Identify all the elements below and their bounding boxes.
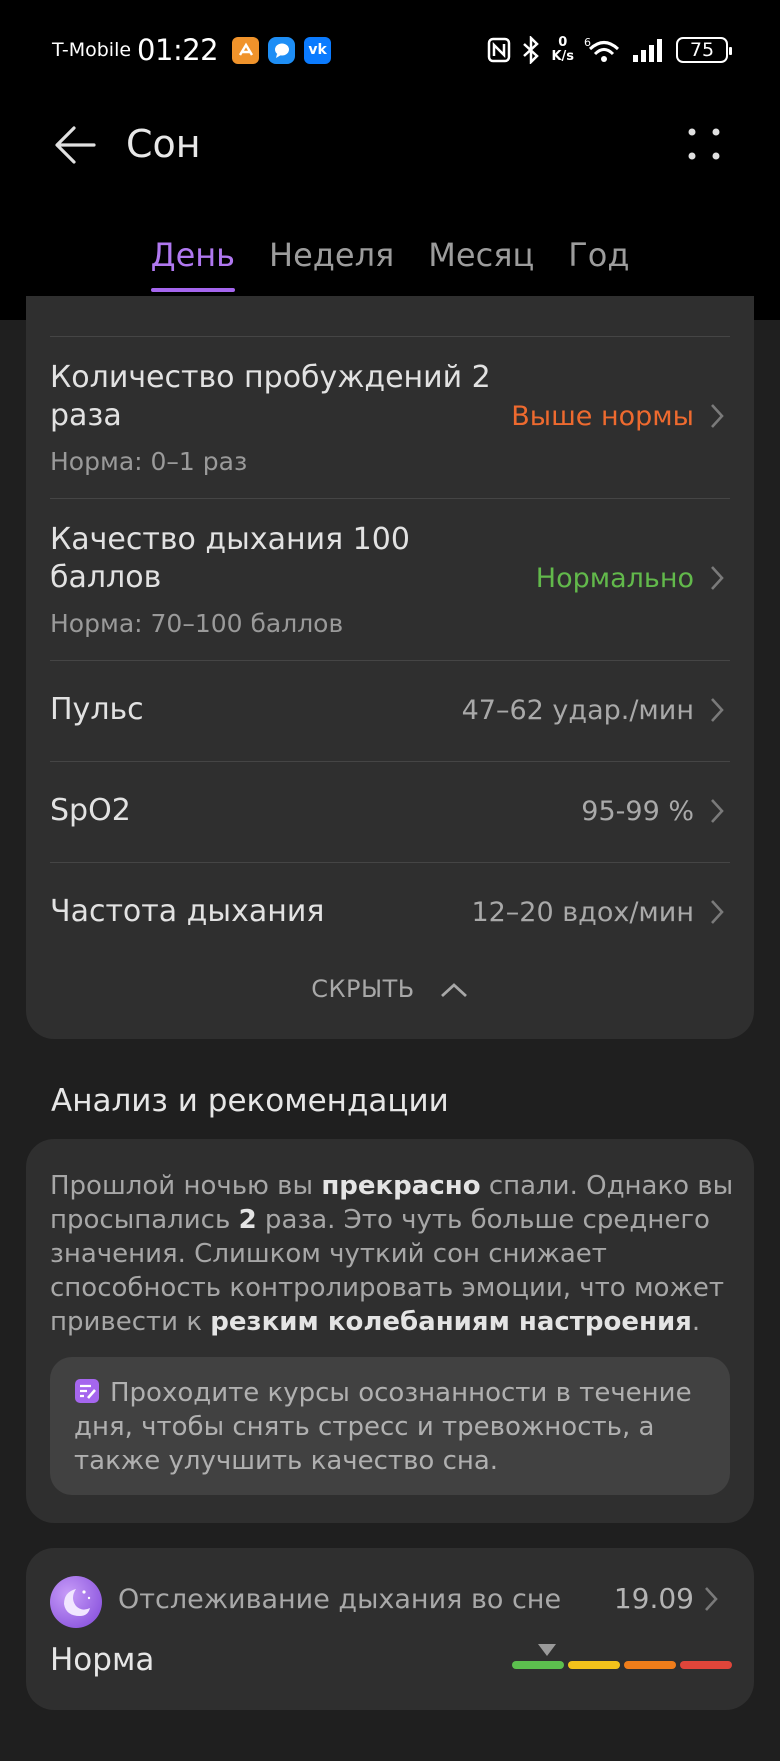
- nfc-icon: [488, 37, 511, 63]
- status-bar: T-Mobile 01:22 vk 0 K/s 6 75: [0, 0, 780, 100]
- status-scale: [512, 1661, 732, 1669]
- sleep-metrics-card: Количество пробуждений 2 раза Норма: 0–1…: [26, 296, 754, 1039]
- chevron-right-icon: [711, 698, 724, 722]
- metric-title: SpO2: [50, 793, 131, 828]
- metric-value: 12–20 вдох/мин: [471, 897, 694, 928]
- metric-title: Количество пробуждений 2: [50, 360, 491, 395]
- metric-title: Качество дыхания 100: [50, 522, 410, 557]
- period-tabs: День Неделя Месяц Год: [0, 236, 780, 292]
- tracking-label: Отслеживание дыхания во сне: [118, 1584, 562, 1615]
- metric-title-continued: раза: [50, 398, 122, 433]
- tab-month[interactable]: Месяц: [428, 236, 534, 290]
- scale-segment-mild: [568, 1661, 620, 1669]
- metric-value: 95-99 %: [581, 796, 694, 827]
- wifi-icon: 6: [584, 36, 620, 62]
- tab-week[interactable]: Неделя: [269, 236, 394, 290]
- signal-icon: [633, 39, 662, 62]
- tip-text: Проходите курсы осознанности в течение д…: [74, 1378, 692, 1476]
- scale-segment-normal: [512, 1661, 564, 1669]
- tab-year[interactable]: Год: [568, 236, 629, 290]
- metric-row-awakenings[interactable]: Количество пробуждений 2 раза Норма: 0–1…: [50, 336, 730, 496]
- sleep-breathing-icon: [50, 1576, 102, 1628]
- metric-title: Частота дыхания: [50, 894, 325, 929]
- carrier-label: T-Mobile: [52, 39, 132, 61]
- notification-app-icon: [232, 36, 260, 64]
- more-options-icon[interactable]: [684, 124, 724, 164]
- metric-row-breathing-quality[interactable]: Качество дыхания 100 баллов Норма: 70–10…: [50, 498, 730, 660]
- metric-value: 47–62 удар./мин: [461, 695, 694, 726]
- vk-icon: vk: [304, 36, 332, 64]
- metric-row-respiratory-rate[interactable]: Частота дыхания 12–20 вдох/мин: [50, 862, 730, 962]
- page-title: Сон: [126, 122, 201, 166]
- analysis-text: Прошлой ночью вы прекрасно спали. Однако…: [50, 1171, 734, 1337]
- tracking-date: 19.09: [613, 1582, 694, 1615]
- metric-status: Нормально: [535, 563, 694, 594]
- scale-segment-moderate: [624, 1661, 676, 1669]
- scale-segment-severe: [680, 1661, 732, 1669]
- recommendation-tip: Проходите курсы осознанности в течение д…: [50, 1357, 730, 1495]
- tracking-status: Норма: [50, 1642, 155, 1678]
- network-speed: 0 K/s: [551, 35, 574, 64]
- hide-button[interactable]: СКРЫТЬ: [0, 975, 780, 1003]
- metric-status: Выше нормы: [511, 401, 694, 432]
- messenger-icon: [268, 36, 296, 64]
- back-arrow-icon[interactable]: [52, 122, 98, 168]
- analysis-card: Прошлой ночью вы прекрасно спали. Однако…: [26, 1139, 754, 1523]
- chevron-right-icon: [711, 566, 724, 590]
- metric-norm: Норма: 0–1 раз: [50, 447, 248, 476]
- breathing-tracking-card[interactable]: Отслеживание дыхания во сне 19.09 Норма: [26, 1548, 754, 1710]
- analysis-section-title: Анализ и рекомендации: [51, 1083, 449, 1119]
- bluetooth-icon: [523, 36, 540, 64]
- scale-marker: [538, 1644, 556, 1656]
- clock: 01:22: [137, 33, 219, 67]
- metric-title: Пульс: [50, 692, 144, 727]
- chevron-right-icon: [711, 799, 724, 823]
- chevron-right-icon: [711, 404, 724, 428]
- chevron-right-icon: [705, 1587, 718, 1611]
- chevron-right-icon: [711, 900, 724, 924]
- chevron-up-icon: [440, 983, 467, 998]
- metric-row-spo2[interactable]: SpO2 95-99 %: [50, 761, 730, 861]
- metric-title-continued: баллов: [50, 560, 162, 595]
- note-edit-icon: [75, 1379, 99, 1403]
- hide-label: СКРЫТЬ: [311, 975, 415, 1003]
- metric-row-pulse[interactable]: Пульс 47–62 удар./мин: [50, 660, 730, 760]
- tab-day[interactable]: День: [150, 236, 236, 292]
- metric-norm: Норма: 70–100 баллов: [50, 609, 344, 638]
- battery-indicator: 75: [676, 37, 732, 63]
